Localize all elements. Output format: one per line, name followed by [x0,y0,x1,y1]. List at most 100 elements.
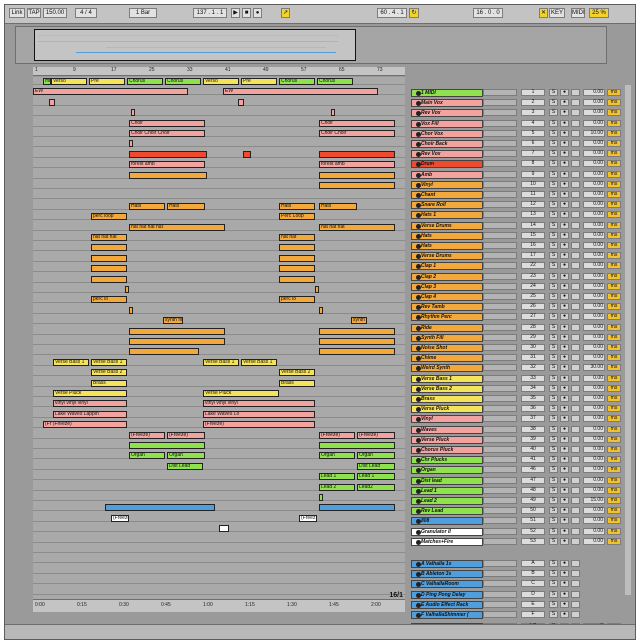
monitor-button[interactable] [571,344,580,351]
track-activator-icon[interactable] [416,613,421,618]
arm-button[interactable]: ● [560,580,569,588]
monitor-button[interactable] [571,89,580,96]
track-io-field[interactable] [483,191,517,198]
track-activator-icon[interactable] [416,91,421,96]
solo-button[interactable]: S [549,119,558,127]
track-name[interactable]: Lead 1 [411,486,483,495]
arrangement-clip[interactable]: Verse Bass 1 [91,358,127,366]
solo-button[interactable]: S [549,180,558,188]
arrangement-lane[interactable] [33,462,405,470]
arrangement-clip[interactable]: Verse Bass 2 [279,369,315,377]
monitor-button[interactable] [571,313,580,321]
delay-unit-toggle[interactable]: ms [607,456,621,464]
monitor-button[interactable] [571,395,580,402]
arrangement-clip[interactable] [319,494,323,501]
arrangement-lane[interactable] [33,587,405,595]
track-number[interactable]: 52 [521,527,545,535]
track-number[interactable]: 48 [521,486,545,494]
solo-button[interactable]: S [549,395,558,402]
arrangement-lane[interactable] [33,139,405,148]
arrangement-lane[interactable] [33,233,405,241]
arrangement-clip[interactable] [91,254,127,262]
track-number[interactable]: 50 [521,507,545,515]
solo-button[interactable]: S [549,160,558,168]
arrangement-clip[interactable]: Choir [129,119,205,127]
track-activator-icon[interactable] [416,539,421,545]
arm-button[interactable]: ● [560,611,569,618]
delay-unit-toggle[interactable]: ms [607,344,621,351]
track-delay-value[interactable]: 0.00 [583,89,605,96]
solo-button[interactable]: S [549,89,558,96]
arm-button[interactable]: ● [560,221,569,229]
arrangement-clip[interactable] [91,244,127,252]
arrangement-clip[interactable]: Organ [167,452,205,460]
arrangement-clip[interactable]: (Freez [299,514,317,522]
track-name[interactable]: C ValhallaRoom [411,580,483,589]
arrangement-clip[interactable]: vinyl vinyl vinyl [53,400,127,408]
track-io-field[interactable] [483,272,517,280]
track-activator-icon[interactable] [416,295,421,300]
arm-button[interactable]: ● [560,590,569,598]
track-name[interactable]: Vinyl [411,180,483,189]
track-name[interactable]: Brass [411,395,483,403]
track-activator-icon[interactable] [416,223,421,229]
track-name[interactable]: Dist lead [411,476,483,485]
arm-button[interactable]: ● [560,313,569,321]
track-name[interactable]: Rhythm Perc [411,313,483,322]
delay-unit-toggle[interactable]: ms [607,129,621,137]
arm-button[interactable]: ● [560,333,569,341]
solo-button[interactable]: S [549,303,558,311]
delay-unit-toggle[interactable]: ms [607,446,621,453]
track-name[interactable]: Rev Vox [411,150,483,159]
track-name[interactable]: B Ableton 3s [411,570,483,579]
monitor-button[interactable] [571,456,580,464]
delay-unit-toggle[interactable]: ms [607,517,621,525]
track-activator-icon[interactable] [416,284,421,290]
delay-unit-toggle[interactable]: ms [607,99,621,107]
arrangement-clip[interactable] [279,254,315,262]
solo-button[interactable]: S [549,611,558,618]
track-activator-icon[interactable] [416,193,421,198]
arrangement-clip[interactable]: (Freeze) [129,431,165,439]
track-name[interactable]: Chr Plucks [411,456,483,465]
monitor-button[interactable] [571,507,580,515]
track-io-field[interactable] [483,99,517,107]
arrangement-clip[interactable]: Brass [279,379,315,387]
arm-button[interactable]: ● [560,150,569,158]
monitor-button[interactable] [571,333,580,341]
delay-unit-toggle[interactable]: ms [607,476,621,484]
track-delay-value[interactable]: 0.00 [583,527,605,535]
track-io-field[interactable] [483,109,517,117]
arrangement-clip[interactable]: Chorus [317,78,353,85]
track-io-field[interactable] [483,405,517,413]
monitor-button[interactable] [571,242,580,249]
track-number[interactable]: 14 [521,221,545,229]
arrangement-clip[interactable]: Verso [203,78,239,85]
arrangement-clip[interactable] [129,348,199,356]
monitor-button[interactable] [571,150,580,158]
solo-button[interactable]: S [549,507,558,515]
track-io-field[interactable] [483,180,517,188]
solo-button[interactable]: S [549,590,558,598]
track-io-field[interactable] [483,527,517,535]
track-number[interactable]: 10 [521,180,545,188]
track-delay-value[interactable]: 0.00 [583,446,605,453]
track-io-field[interactable] [483,364,517,372]
monitor-button[interactable] [571,486,580,494]
track-activator-icon[interactable] [416,448,421,453]
track-delay-value[interactable]: 0.00 [583,384,605,392]
track-delay-value[interactable]: 0.00 [583,537,605,545]
track-delay-value[interactable]: 0.00 [583,333,605,341]
arm-button[interactable]: ● [560,405,569,413]
monitor-button[interactable] [571,231,580,239]
delay-unit-toggle[interactable]: ms [607,435,621,443]
track-delay-value[interactable]: 10.00 [583,129,605,137]
track-io-field[interactable] [483,497,517,504]
arm-button[interactable]: ● [560,231,569,239]
track-number[interactable]: 41 [521,456,545,464]
track-io-field[interactable] [483,140,517,147]
track-io-field[interactable] [483,570,517,578]
track-number[interactable]: 38 [521,425,545,433]
track-io-field[interactable] [483,150,517,158]
track-io-field[interactable] [483,252,517,260]
